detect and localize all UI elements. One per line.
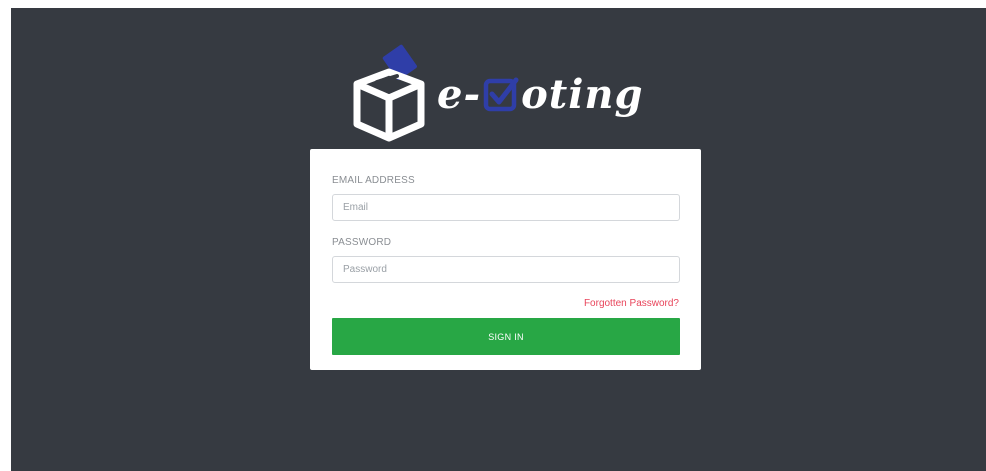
logo-wordmark: e- oting <box>437 64 643 124</box>
forgot-password-link[interactable]: Forgotten Password? <box>584 298 679 309</box>
ballot-box-icon <box>353 44 425 142</box>
e-voting-logo: e- oting <box>349 44 679 144</box>
checkbox-check-icon <box>483 77 519 112</box>
email-label: EMAIL ADDRESS <box>332 175 415 186</box>
login-card: EMAIL ADDRESS PASSWORD Forgotten Passwor… <box>310 149 701 370</box>
logo-text-suffix: oting <box>521 70 644 118</box>
sign-in-button[interactable]: SIGN IN <box>332 318 680 355</box>
password-label: PASSWORD <box>332 237 392 248</box>
email-field[interactable] <box>332 194 680 221</box>
page-background: e- oting EMAIL ADDRESS PASSWORD Forgotte… <box>11 8 986 471</box>
logo-text-prefix: e- <box>437 70 482 118</box>
password-field[interactable] <box>332 256 680 283</box>
